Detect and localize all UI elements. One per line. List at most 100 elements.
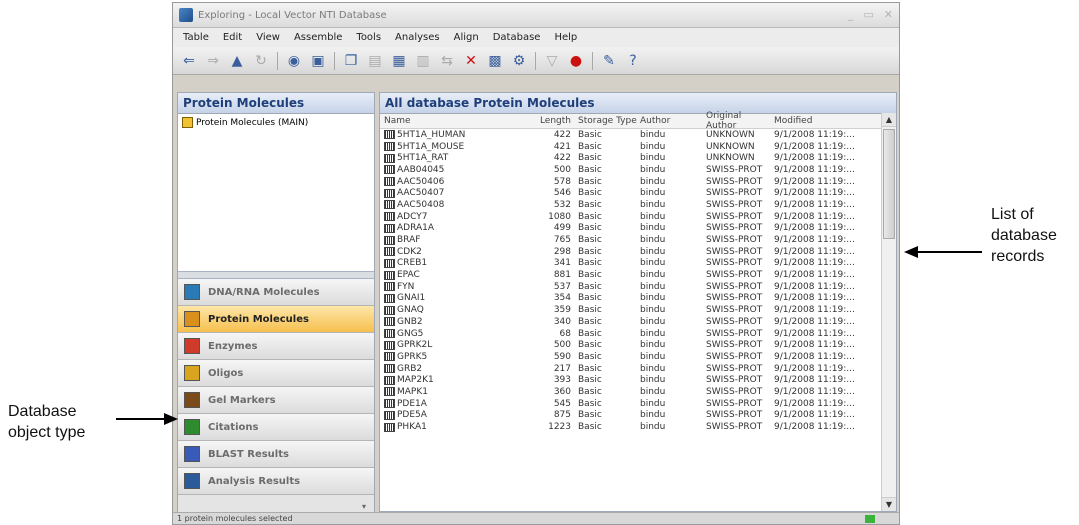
table-row[interactable]: 5HT1A_HUMAN 422 Basic bindu UNKNOWN 9/1/2008 … xyxy=(380,129,896,141)
cell-name: 5HT1A_HUMAN xyxy=(380,130,528,140)
nav-enzymes[interactable]: Enzymes xyxy=(178,333,374,360)
table-row[interactable]: AAB04045 500 Basic bindu SWISS-PROT 9/1/2008 … xyxy=(380,164,896,176)
record-name: GPRK5 xyxy=(397,351,428,362)
cell-storage-type: Basic xyxy=(578,281,602,292)
tools-icon[interactable]: ✎ xyxy=(599,51,619,71)
new-folder-icon[interactable]: ▦ xyxy=(389,51,409,71)
nav-gel-markers[interactable]: Gel Markers xyxy=(178,387,374,414)
scroll-up-icon[interactable]: ▲ xyxy=(882,113,896,127)
menu-assemble[interactable]: Assemble xyxy=(294,32,342,43)
cell-author: bindu xyxy=(640,176,666,187)
forward-icon[interactable]: ⇒ xyxy=(203,51,223,71)
record-name: ADCY7 xyxy=(397,211,428,222)
menu-edit[interactable]: Edit xyxy=(223,32,242,43)
move-icon[interactable]: ⇆ xyxy=(437,51,457,71)
table-row[interactable]: 5HT1A_MOUSE 421 Basic bindu UNKNOWN 9/1/2008 … xyxy=(380,141,896,153)
cell-length: 359 xyxy=(553,305,571,316)
table-row[interactable]: GNAI1 354 Basic bindu SWISS-PROT 9/1/2008 11:… xyxy=(380,293,896,305)
status-text: 1 protein molecules selected xyxy=(177,514,293,523)
table-row[interactable]: ADCY7 1080 Basic bindu SWISS-PROT 9/1/2008 11… xyxy=(380,211,896,223)
refresh-icon[interactable]: ↻ xyxy=(251,51,271,71)
table-row[interactable]: EPAC 881 Basic bindu SWISS-PROT 9/1/2008 11:1… xyxy=(380,269,896,281)
table-row[interactable]: GNG5 68 Basic bindu SWISS-PROT 9/1/2008 11:19… xyxy=(380,328,896,340)
close-button[interactable]: ✕ xyxy=(884,8,893,21)
menu-table[interactable]: Table xyxy=(183,32,209,43)
table-row[interactable]: FYN 537 Basic bindu SWISS-PROT 9/1/2008 11:19… xyxy=(380,281,896,293)
table-row[interactable]: AAC50407 546 Basic bindu SWISS-PROT 9/1/2008 … xyxy=(380,187,896,199)
nav-protein-molecules[interactable]: Protein Molecules xyxy=(178,306,374,333)
pane-splitter[interactable] xyxy=(178,271,374,279)
table-row[interactable]: GNB2 340 Basic bindu SWISS-PROT 9/1/2008 11:1… xyxy=(380,316,896,328)
menu-view[interactable]: View xyxy=(256,32,280,43)
record-name: EPAC xyxy=(397,270,420,281)
cell-length: 422 xyxy=(553,153,571,164)
col-storage-type[interactable]: Storage Type xyxy=(576,116,638,126)
table-row[interactable]: PDE5A 875 Basic bindu SWISS-PROT 9/1/2008 11:… xyxy=(380,410,896,422)
menu-analyses[interactable]: Analyses xyxy=(395,32,440,43)
cell-original-author: SWISS-PROT xyxy=(706,235,763,246)
table-row[interactable]: BRAF 765 Basic bindu SWISS-PROT 9/1/2008 11:1… xyxy=(380,234,896,246)
table-row[interactable]: PHKA1 1223 Basic bindu SWISS-PROT 9/1/2008 11… xyxy=(380,421,896,433)
nav-oligos[interactable]: Oligos xyxy=(178,360,374,387)
record-list: 5HT1A_HUMAN 422 Basic bindu UNKNOWN 9/1/2008 … xyxy=(380,129,896,433)
table-row[interactable]: 5HT1A_RAT 422 Basic bindu UNKNOWN 9/1/2008 11… xyxy=(380,152,896,164)
up-folder-icon[interactable]: ▲ xyxy=(227,51,247,71)
record-name: 5HT1A_HUMAN xyxy=(397,129,466,140)
cell-storage-type: Basic xyxy=(578,199,602,210)
table-row[interactable]: GPRK5 590 Basic bindu SWISS-PROT 9/1/2008 11:… xyxy=(380,351,896,363)
help-icon[interactable]: ? xyxy=(623,51,643,71)
col-modified[interactable]: Modified xyxy=(772,116,868,126)
cell-storage-type: Basic xyxy=(578,235,602,246)
scroll-down-icon[interactable]: ▼ xyxy=(882,497,896,511)
back-icon[interactable]: ⇐ xyxy=(179,51,199,71)
table-row[interactable]: CREB1 341 Basic bindu SWISS-PROT 9/1/2008 11:… xyxy=(380,258,896,270)
find-icon[interactable]: ◉ xyxy=(284,51,304,71)
table-row[interactable]: MAP2K1 393 Basic bindu SWISS-PROT 9/1/2008 11… xyxy=(380,374,896,386)
nav-citations[interactable]: Citations xyxy=(178,414,374,441)
scroll-thumb[interactable] xyxy=(883,129,895,239)
settings-icon[interactable]: ⚙ xyxy=(509,51,529,71)
paste-icon[interactable]: ▤ xyxy=(365,51,385,71)
table-row[interactable]: PDE1A 545 Basic bindu SWISS-PROT 9/1/2008 11:… xyxy=(380,398,896,410)
open-icon[interactable]: ▣ xyxy=(308,51,328,71)
table-row[interactable]: GRB2 217 Basic bindu SWISS-PROT 9/1/2008 11:1… xyxy=(380,363,896,375)
cell-modified: 9/1/2008 11:19:... xyxy=(774,386,855,397)
copy-icon[interactable]: ❐ xyxy=(341,51,361,71)
cell-storage-type: Basic xyxy=(578,188,602,199)
properties-icon[interactable]: ▩ xyxy=(485,51,505,71)
menu-database[interactable]: Database xyxy=(493,32,541,43)
vertical-scrollbar[interactable]: ▲ ▼ xyxy=(881,113,896,511)
table-row[interactable]: GNAQ 359 Basic bindu SWISS-PROT 9/1/2008 11:1… xyxy=(380,304,896,316)
table-row[interactable]: CDK2 298 Basic bindu SWISS-PROT 9/1/2008 11:1… xyxy=(380,246,896,258)
cell-modified: 9/1/2008 11:19:... xyxy=(774,129,855,140)
cell-storage-type: Basic xyxy=(578,246,602,257)
sequence-icon xyxy=(384,200,395,210)
nav-blast-results[interactable]: BLAST Results xyxy=(178,441,374,468)
col-original-author[interactable]: Original Author xyxy=(704,111,772,131)
delete-icon[interactable]: ✕ xyxy=(461,51,481,71)
table-row[interactable]: AAC50406 578 Basic bindu SWISS-PROT 9/1/2008 … xyxy=(380,176,896,188)
title-bar: Exploring - Local Vector NTI Database _ … xyxy=(173,3,899,28)
nav-dna-rna-molecules[interactable]: DNA/RNA Molecules xyxy=(178,279,374,306)
menu-tools[interactable]: Tools xyxy=(356,32,381,43)
table-row[interactable]: ADRA1A 499 Basic bindu SWISS-PROT 9/1/2008 11… xyxy=(380,223,896,235)
rename-icon[interactable]: ▥ xyxy=(413,51,433,71)
maximize-button[interactable]: ▭ xyxy=(863,8,873,21)
table-row[interactable]: MAPK1 360 Basic bindu SWISS-PROT 9/1/2008 11:… xyxy=(380,386,896,398)
filter-icon[interactable]: ▽ xyxy=(542,51,562,71)
callout-object-type: Database object type xyxy=(8,401,85,443)
cell-original-author: SWISS-PROT xyxy=(706,258,763,269)
col-name[interactable]: Name xyxy=(380,116,528,126)
analysis-icon[interactable]: ● xyxy=(566,51,586,71)
table-row[interactable]: AAC50408 532 Basic bindu SWISS-PROT 9/1/2008 … xyxy=(380,199,896,211)
nav-analysis-results[interactable]: Analysis Results xyxy=(178,468,374,495)
menu-align[interactable]: Align xyxy=(454,32,479,43)
menu-bar: Table Edit View Assemble Tools Analyses … xyxy=(173,28,899,47)
col-author[interactable]: Author xyxy=(638,116,704,126)
col-length[interactable]: Length xyxy=(528,116,576,126)
cell-storage-type: Basic xyxy=(578,340,602,351)
tree-item-main[interactable]: Protein Molecules (MAIN) xyxy=(182,117,370,128)
minimize-button[interactable]: _ xyxy=(848,8,854,21)
menu-help[interactable]: Help xyxy=(554,32,577,43)
table-row[interactable]: GPRK2L 500 Basic bindu SWISS-PROT 9/1/2008 11… xyxy=(380,339,896,351)
